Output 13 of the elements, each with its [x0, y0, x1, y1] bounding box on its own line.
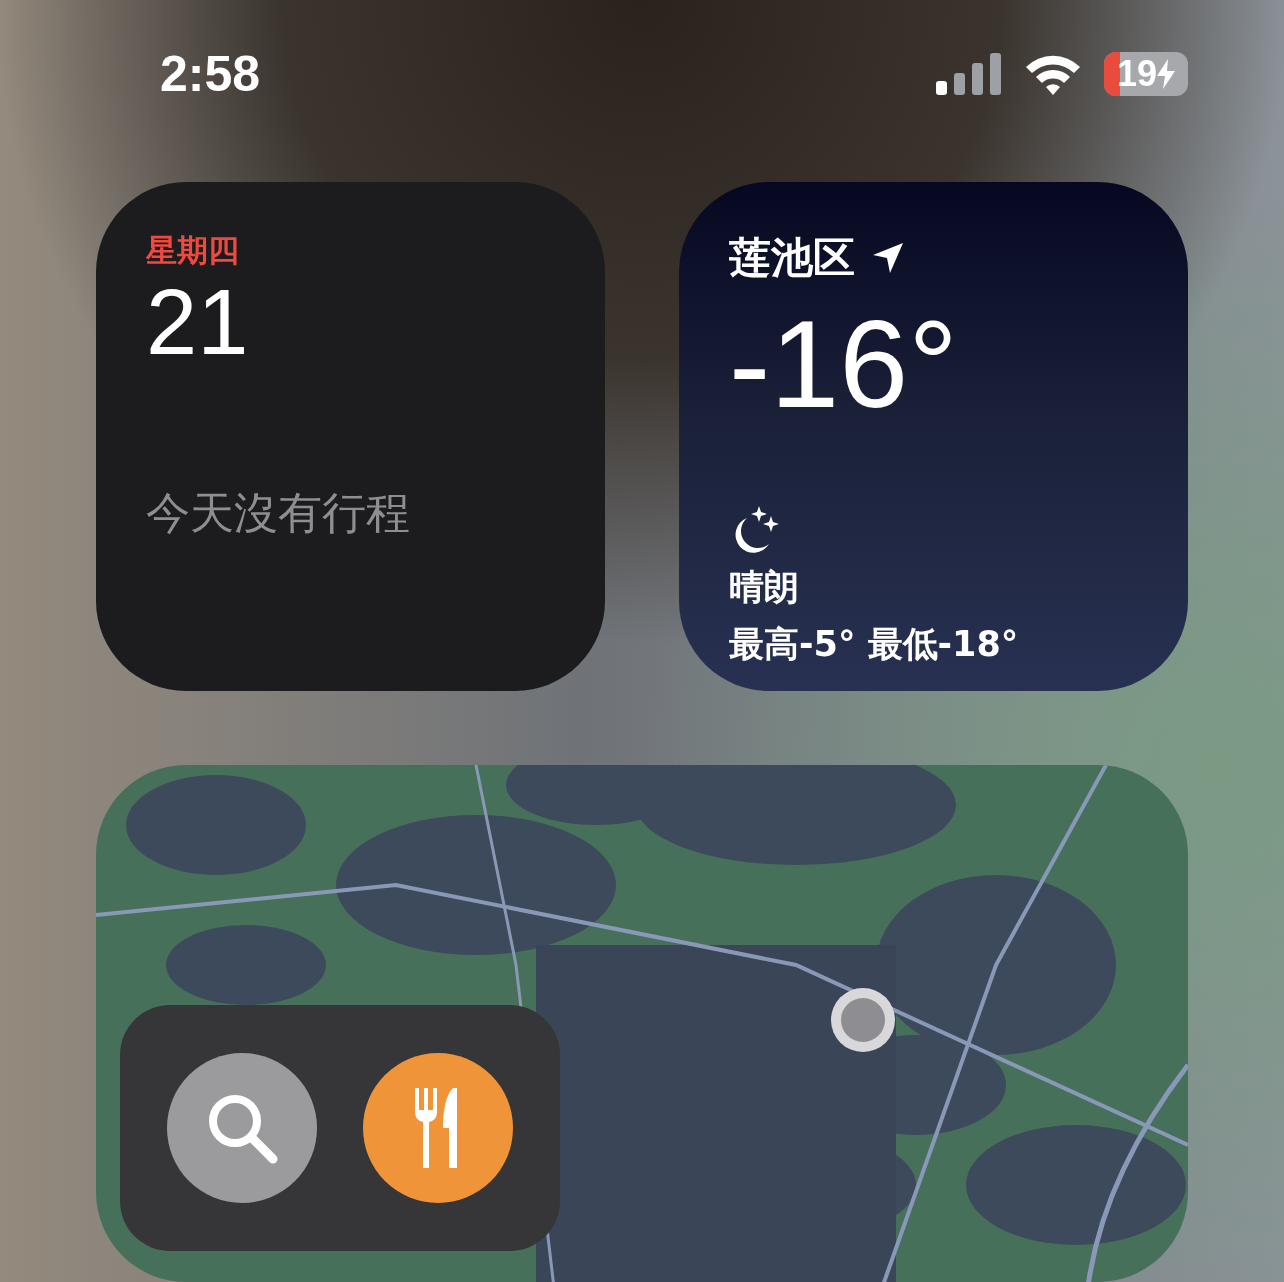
weather-condition: 晴朗	[729, 566, 800, 610]
status-time: 2:58	[160, 44, 261, 103]
cellular-signal-icon	[936, 52, 1002, 95]
calendar-message: 今天沒有行程	[146, 486, 411, 541]
location-arrow-icon	[873, 243, 903, 274]
calendar-day: 21	[146, 276, 555, 369]
weather-location: 莲池区	[729, 232, 855, 285]
weather-temperature: -16°	[729, 302, 959, 427]
calendar-widget[interactable]: 星期四 21 今天沒有行程	[96, 182, 605, 692]
weather-range: 最高-5° 最低-18°	[729, 623, 1020, 667]
location-dot-icon	[830, 987, 896, 1054]
calendar-weekday: 星期四	[146, 231, 240, 271]
weather-widget[interactable]: 莲池区 -16° 晴朗 最高-5° 最低-18°	[679, 182, 1188, 692]
